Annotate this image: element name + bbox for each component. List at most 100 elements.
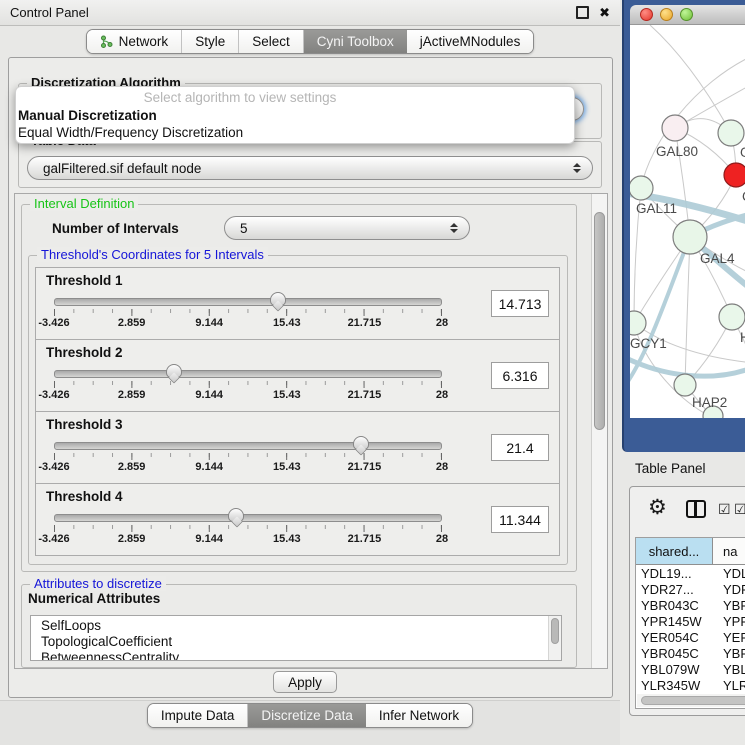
node-label: H <box>740 330 745 345</box>
column-header-shared-name[interactable]: shared... <box>636 538 713 564</box>
node-gcy1 <box>630 311 646 335</box>
dropdown-item-manual-discretization[interactable]: Manual Discretization <box>16 108 574 123</box>
combo-stepper-icon <box>450 223 458 233</box>
float-panel-icon[interactable] <box>576 6 589 19</box>
apply-button[interactable]: Apply <box>273 671 337 693</box>
attributes-group-title: Attributes to discretize <box>30 576 166 591</box>
number-of-intervals-combobox[interactable]: 5 <box>224 216 470 240</box>
table-row[interactable]: YPR145WYPR1 <box>636 613 745 629</box>
table-row[interactable]: YDL19...YDL1 <box>636 565 745 581</box>
close-window-icon[interactable] <box>640 8 653 21</box>
threshold-4-label: Threshold 4 <box>46 489 123 504</box>
node-label: GCY1 <box>630 336 667 351</box>
threshold-1-panel: Threshold 1 -3.426 2.859 9.144 15.43 21.… <box>35 267 560 340</box>
node-red <box>724 163 745 187</box>
network-window-titlebar[interactable] <box>630 5 745 25</box>
tab-select[interactable]: Select <box>239 30 304 53</box>
table-row[interactable]: YBR043CYBR0 <box>636 597 745 613</box>
close-panel-icon[interactable]: ✖ <box>599 6 610 19</box>
network-icon <box>100 35 113 48</box>
maximize-window-icon[interactable] <box>680 8 693 21</box>
table-panel: ⚙ ☑ ☑ shared... na YDL19...YDL1 YDR27...… <box>629 486 745 716</box>
table-horizontal-scrollbar[interactable] <box>637 694 745 707</box>
combo-stepper-icon <box>573 163 581 173</box>
tab-jactivemnodules[interactable]: jActiveMNodules <box>407 30 534 53</box>
table-row[interactable]: YLR345WYLR3 <box>636 677 745 693</box>
tab-infer-network[interactable]: Infer Network <box>366 704 472 727</box>
dropdown-placeholder-item[interactable]: Select algorithm to view settings <box>16 90 574 105</box>
slider-track <box>54 442 442 450</box>
node-label: GA <box>740 145 745 160</box>
slider-track <box>54 370 442 378</box>
tab-cyni-toolbox[interactable]: Cyni Toolbox <box>304 30 407 53</box>
tab-impute-data[interactable]: Impute Data <box>148 704 249 727</box>
slider-track <box>54 514 442 522</box>
dropdown-item-equal-width-frequency[interactable]: Equal Width/Frequency Discretization <box>16 125 574 140</box>
threshold-2-slider[interactable]: -3.426 2.859 9.144 15.43 21.715 28 <box>54 370 442 402</box>
table-row[interactable]: YER054CYER0 <box>636 629 745 645</box>
slider-thumb[interactable] <box>270 292 286 306</box>
threshold-2-panel: Threshold 2 -3.426 2.859 9.144 15.43 21.… <box>35 339 560 412</box>
tab-style[interactable]: Style <box>182 30 239 53</box>
threshold-2-value-input[interactable]: 6.316 <box>491 362 549 389</box>
node-label: GAL80 <box>656 144 698 159</box>
column-header-name[interactable]: na <box>713 538 745 564</box>
node-label: GAL11 <box>636 201 677 216</box>
numerical-attributes-label: Numerical Attributes <box>28 591 160 606</box>
table-row[interactable]: YDR27...YDR2 <box>636 581 745 597</box>
screen: Control Panel ✖ Network Style Select Cyn… <box>0 0 745 745</box>
table-data-selected-value: galFiltered.sif default node <box>43 161 201 176</box>
node-gal4 <box>673 220 707 254</box>
slider-tick-labels: -3.426 2.859 9.144 15.43 21.715 28 <box>54 317 442 330</box>
slider-track <box>54 298 442 306</box>
list-item[interactable]: SelfLoops <box>31 616 561 634</box>
settings-scroll-viewport: Interval Definition Number of Intervals … <box>14 193 608 669</box>
node-gal11 <box>630 176 653 200</box>
threshold-4-panel: Threshold 4 -3.426 2.859 9.144 15.43 21.… <box>35 483 560 556</box>
network-view-window[interactable]: GAL80 GA C GAL11 GAL4 GCY1 H HAP2 <box>622 0 745 452</box>
minimize-window-icon[interactable] <box>660 8 673 21</box>
tab-network[interactable]: Network <box>87 30 183 53</box>
table-header-row: shared... na <box>636 538 745 565</box>
slider-thumb[interactable] <box>166 364 182 378</box>
number-of-intervals-label: Number of Intervals <box>52 221 179 236</box>
table-toolbar: ⚙ ☑ ☑ <box>630 487 745 533</box>
slider-tick-labels: -3.426 2.859 9.144 15.43 21.715 28 <box>54 533 442 546</box>
node-hap2 <box>674 374 696 396</box>
slider-ticks <box>54 453 442 460</box>
threshold-1-value-input[interactable]: 14.713 <box>491 290 549 317</box>
slider-ticks <box>54 525 442 532</box>
control-panel-header: Control Panel ✖ <box>0 0 620 26</box>
network-canvas[interactable]: GAL80 GA C GAL11 GAL4 GCY1 H HAP2 <box>630 25 745 418</box>
interval-definition-group: Interval Definition Number of Intervals … <box>21 204 577 572</box>
threshold-4-slider[interactable]: -3.426 2.859 9.144 15.43 21.715 28 <box>54 514 442 546</box>
cyni-toolbox-panel: Discretization Algorithm Table Data galF… <box>8 57 613 698</box>
settings-scrollbar[interactable] <box>591 194 607 668</box>
threshold-1-slider[interactable]: -3.426 2.859 9.144 15.43 21.715 28 <box>54 298 442 330</box>
table-data-combobox[interactable]: galFiltered.sif default node <box>27 156 593 180</box>
threshold-3-slider[interactable]: -3.426 2.859 9.144 15.43 21.715 28 <box>54 442 442 474</box>
slider-thumb[interactable] <box>353 436 369 450</box>
threshold-3-value-input[interactable]: 21.4 <box>491 434 549 461</box>
threshold-3-panel: Threshold 3 -3.426 2.859 9.144 15.43 21.… <box>35 411 560 484</box>
list-item[interactable]: BetweennessCentrality <box>31 650 561 661</box>
list-scrollbar[interactable] <box>548 616 561 660</box>
threshold-1-label: Threshold 1 <box>46 273 123 288</box>
table-row[interactable]: YBR045CYBR0 <box>636 645 745 661</box>
bottom-tab-bar: Impute Data Discretize Data Infer Networ… <box>0 703 620 728</box>
thresholds-group: Threshold's Coordinates for 5 Intervals … <box>28 255 568 565</box>
table-row[interactable]: YBL079WYBL0 <box>636 661 745 677</box>
list-item[interactable]: TopologicalCoefficient <box>31 634 561 650</box>
numerical-attributes-list[interactable]: SelfLoops TopologicalCoefficient Between… <box>30 615 562 661</box>
node-h <box>719 304 745 330</box>
gear-icon[interactable]: ⚙ <box>648 497 667 518</box>
slider-thumb[interactable] <box>228 508 244 522</box>
columns-icon[interactable] <box>686 500 706 518</box>
slider-ticks <box>54 381 442 388</box>
threshold-4-value-input[interactable]: 11.344 <box>491 506 549 533</box>
slider-tick-labels: -3.426 2.859 9.144 15.43 21.715 28 <box>54 389 442 402</box>
checkbox-icon[interactable]: ☑ <box>718 502 731 516</box>
tab-discretize-data[interactable]: Discretize Data <box>248 704 366 727</box>
checkbox-icon[interactable]: ☑ <box>734 502 745 516</box>
node-label: HAP2 <box>692 395 727 410</box>
